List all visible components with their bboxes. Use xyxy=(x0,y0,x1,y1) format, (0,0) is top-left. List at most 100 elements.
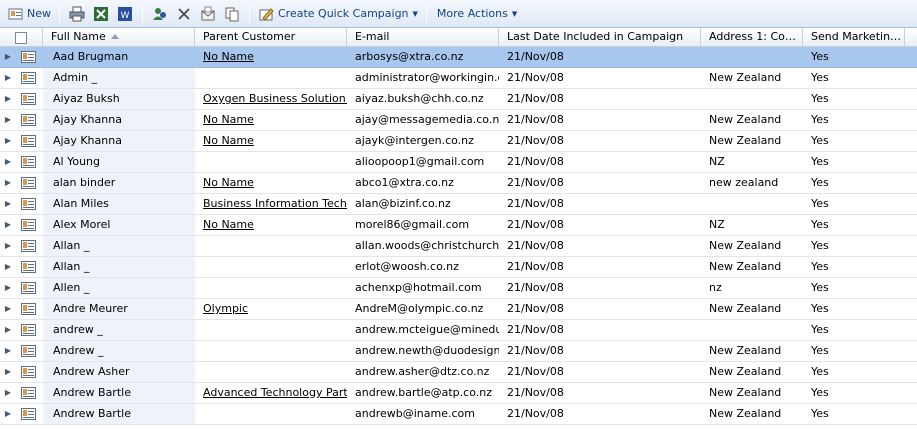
column-header-last-date[interactable]: Last Date Included in Campaign xyxy=(499,28,701,47)
table-row[interactable]: ▶ Andre Meurer Olympic AndreM@olympic.co… xyxy=(0,299,917,320)
expand-arrow-icon[interactable]: ▶ xyxy=(0,257,16,277)
expand-arrow-icon[interactable]: ▶ xyxy=(0,194,16,214)
row-lead: ▶ xyxy=(0,68,43,88)
cell-full-name[interactable]: Aad Brugman xyxy=(43,47,195,67)
cell-full-name[interactable]: Alex Morel xyxy=(43,215,195,235)
cell-country: New Zealand xyxy=(709,113,782,126)
table-row[interactable]: ▶ Andrew Bartle andrewb@iname.com 21/Nov… xyxy=(0,404,917,425)
cell-full-name[interactable]: Admin _ xyxy=(43,68,195,88)
cell-full-name[interactable]: Andre Meurer xyxy=(43,299,195,319)
cell-full-name[interactable]: Alan Miles xyxy=(43,194,195,214)
cell-full-name[interactable]: Al Young xyxy=(43,152,195,172)
cell-send-marketing: Yes xyxy=(811,92,829,105)
row-lead: ▶ xyxy=(0,110,43,130)
cell-full-name[interactable]: Andrew Bartle xyxy=(43,383,195,403)
expand-arrow-icon[interactable]: ▶ xyxy=(0,383,16,403)
cell-full-name[interactable]: Allan _ xyxy=(43,257,195,277)
expand-arrow-icon[interactable]: ▶ xyxy=(0,404,16,424)
cell-full-name[interactable]: Andrew Asher xyxy=(43,362,195,382)
cell-full-name[interactable]: Ajay Khanna xyxy=(43,131,195,151)
table-row[interactable]: ▶ Aiyaz Buksh Oxygen Business Solution L… xyxy=(0,89,917,110)
table-row[interactable]: ▶ Andrew Bartle Advanced Technology Part… xyxy=(0,383,917,404)
table-row[interactable]: ▶ alan binder No Name abco1@xtra.co.nz 2… xyxy=(0,173,917,194)
parent-customer-link[interactable]: Business Information Technolo xyxy=(203,197,347,210)
parent-customer-link[interactable]: No Name xyxy=(203,50,254,63)
print-button[interactable] xyxy=(65,3,89,25)
table-row[interactable]: ▶ Allan _ allan.woods@christchurch... 21… xyxy=(0,236,917,257)
table-row[interactable]: ▶ Admin _ administrator@workingin.com 21… xyxy=(0,68,917,89)
expand-arrow-icon[interactable]: ▶ xyxy=(0,320,16,340)
cell-full-name[interactable]: Aiyaz Buksh xyxy=(43,89,195,109)
copy-link-button[interactable] xyxy=(220,3,244,25)
parent-customer-link[interactable]: No Name xyxy=(203,134,254,147)
expand-arrow-icon[interactable]: ▶ xyxy=(0,215,16,235)
column-header-full-name[interactable]: Full Name xyxy=(43,28,195,47)
table-row[interactable]: ▶ Alan Miles Business Information Techno… xyxy=(0,194,917,215)
cell-email: arbosys@xtra.co.nz xyxy=(355,50,464,63)
mail-merge-button[interactable]: W xyxy=(113,3,137,25)
table-row[interactable]: ▶ andrew _ andrew.mcteigue@minedu... 21/… xyxy=(0,320,917,341)
expand-arrow-icon[interactable]: ▶ xyxy=(0,47,16,67)
expand-arrow-icon[interactable]: ▶ xyxy=(0,110,16,130)
cell-full-name[interactable]: alan binder xyxy=(43,173,195,193)
table-row[interactable]: ▶ Andrew Asher andrew.asher@dtz.co.nz 21… xyxy=(0,362,917,383)
parent-customer-link[interactable]: Advanced Technology Partne xyxy=(203,386,347,399)
row-lead: ▶ xyxy=(0,278,43,298)
expand-arrow-icon[interactable]: ▶ xyxy=(0,341,16,361)
expand-arrow-icon[interactable]: ▶ xyxy=(0,68,16,88)
delete-button[interactable] xyxy=(172,3,196,25)
expand-arrow-icon[interactable]: ▶ xyxy=(0,299,16,319)
expand-arrow-icon[interactable]: ▶ xyxy=(0,152,16,172)
more-actions-button[interactable]: More Actions ▼ xyxy=(432,3,520,25)
column-header-send-marketing[interactable]: Send Marketing ... xyxy=(803,28,905,47)
table-row[interactable]: ▶ Allen _ achenxp@hotmail.com 21/Nov/08 … xyxy=(0,278,917,299)
parent-customer-link[interactable]: Olympic xyxy=(203,302,248,315)
contact-card-icon xyxy=(20,71,36,85)
create-quick-campaign-button[interactable]: Create Quick Campaign ▼ xyxy=(255,3,421,25)
cell-full-name[interactable]: andrew _ xyxy=(43,320,195,340)
parent-customer-link[interactable]: No Name xyxy=(203,113,254,126)
cell-full-name[interactable]: Allan _ xyxy=(43,236,195,256)
cell-full-name[interactable]: Andrew _ xyxy=(43,341,195,361)
cell-parent-customer: Business Information Technolo xyxy=(195,194,347,214)
grid-header: Full Name Parent Customer E-mail Last Da… xyxy=(0,28,917,47)
parent-customer-link[interactable]: No Name xyxy=(203,218,254,231)
contact-card-icon xyxy=(20,260,36,274)
cell-email: achenxp@hotmail.com xyxy=(355,281,482,294)
word-icon: W xyxy=(116,5,134,23)
expand-arrow-icon[interactable]: ▶ xyxy=(0,131,16,151)
expand-arrow-icon[interactable]: ▶ xyxy=(0,173,16,193)
expand-arrow-icon[interactable]: ▶ xyxy=(0,89,16,109)
expand-arrow-icon[interactable]: ▶ xyxy=(0,236,16,256)
table-row[interactable]: ▶ Ajay Khanna No Name ajay@messagemedia.… xyxy=(0,110,917,131)
cell-send-marketing: Yes xyxy=(811,281,829,294)
parent-customer-link[interactable]: Oxygen Business Solution Ltd xyxy=(203,92,347,105)
new-button[interactable]: New xyxy=(4,3,54,25)
table-row[interactable]: ▶ Allan _ erlot@woosh.co.nz 21/Nov/08 Ne… xyxy=(0,257,917,278)
table-row[interactable]: ▶ Andrew _ andrew.newth@duodesign... 21/… xyxy=(0,341,917,362)
column-header-parent-customer[interactable]: Parent Customer xyxy=(195,28,347,47)
cell-full-name[interactable]: Ajay Khanna xyxy=(43,110,195,130)
expand-arrow-icon[interactable]: ▶ xyxy=(0,278,16,298)
cell-parent-customer: Olympic xyxy=(195,299,347,319)
assign-button[interactable] xyxy=(148,3,172,25)
column-header-email[interactable]: E-mail xyxy=(347,28,499,47)
email-button[interactable] xyxy=(196,3,220,25)
cell-last-date: 21/Nov/08 xyxy=(507,71,564,84)
table-row[interactable]: ▶ Aad Brugman No Name arbosys@xtra.co.nz… xyxy=(0,47,917,68)
row-lead: ▶ xyxy=(0,404,43,424)
parent-customer-link[interactable]: No Name xyxy=(203,176,254,189)
contact-card-icon xyxy=(20,113,36,127)
column-header-country[interactable]: Address 1: Coun... xyxy=(701,28,803,47)
select-all-checkbox[interactable] xyxy=(15,31,27,44)
contact-card-icon xyxy=(20,386,36,400)
cell-email: allan.woods@christchurch... xyxy=(355,239,499,252)
export-excel-button[interactable] xyxy=(89,3,113,25)
table-row[interactable]: ▶ Al Young alioopoop1@gmail.com 21/Nov/0… xyxy=(0,152,917,173)
cell-email: administrator@workingin.com xyxy=(355,71,499,84)
cell-full-name[interactable]: Andrew Bartle xyxy=(43,404,195,424)
table-row[interactable]: ▶ Alex Morel No Name morel86@gmail.com 2… xyxy=(0,215,917,236)
cell-full-name[interactable]: Allen _ xyxy=(43,278,195,298)
table-row[interactable]: ▶ Ajay Khanna No Name ajayk@intergen.co.… xyxy=(0,131,917,152)
expand-arrow-icon[interactable]: ▶ xyxy=(0,362,16,382)
